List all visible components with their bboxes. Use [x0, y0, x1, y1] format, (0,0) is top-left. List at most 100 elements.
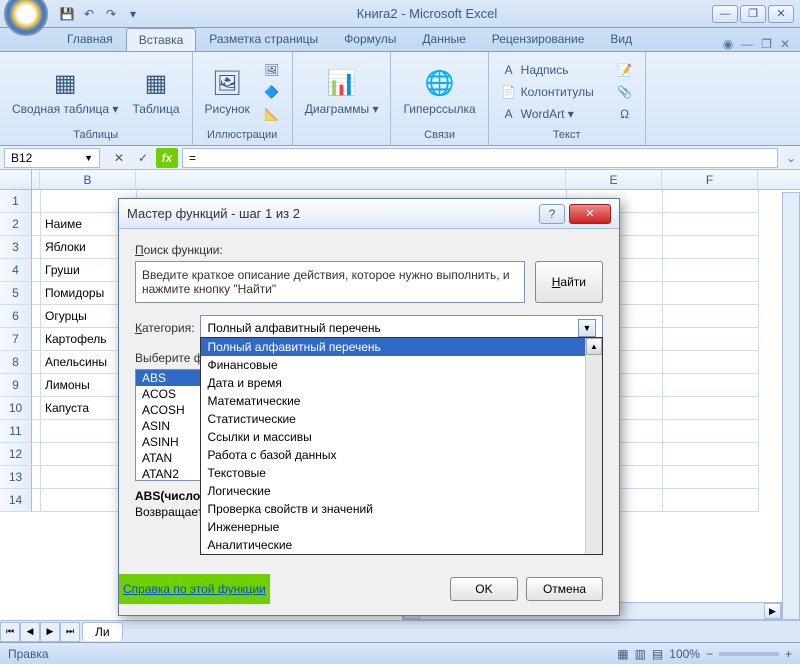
- formula-cancel-button[interactable]: ✕: [108, 148, 130, 168]
- col-header-b[interactable]: B: [40, 170, 136, 189]
- ribbon-minimize-icon[interactable]: —: [741, 37, 753, 51]
- row-header[interactable]: 7: [0, 328, 32, 351]
- category-option[interactable]: Статистические: [201, 410, 585, 428]
- cell[interactable]: [32, 236, 41, 259]
- tab-home[interactable]: Главная: [54, 27, 126, 51]
- object-button[interactable]: 📎: [613, 82, 637, 102]
- cell[interactable]: [32, 443, 41, 466]
- category-option[interactable]: Логические: [201, 482, 585, 500]
- view-normal-icon[interactable]: ▦: [617, 647, 628, 661]
- zoom-out-icon[interactable]: −: [706, 647, 713, 661]
- formula-expand-icon[interactable]: ⌄: [782, 151, 800, 165]
- row-header[interactable]: 11: [0, 420, 32, 443]
- tab-insert[interactable]: Вставка: [126, 28, 197, 51]
- cell[interactable]: [32, 351, 41, 374]
- hyperlink-button[interactable]: 🌐 Гиперссылка: [399, 66, 479, 118]
- close-button[interactable]: ✕: [768, 5, 794, 23]
- charts-button[interactable]: 📊 Диаграммы ▾: [301, 66, 383, 118]
- row-header[interactable]: 1: [0, 190, 32, 213]
- cell[interactable]: [663, 259, 759, 282]
- formula-enter-button[interactable]: ✓: [132, 148, 154, 168]
- cell[interactable]: [32, 397, 41, 420]
- row-header[interactable]: 2: [0, 213, 32, 236]
- search-input[interactable]: Введите краткое описание действия, котор…: [135, 261, 525, 303]
- clipart-button[interactable]: 🖼: [260, 60, 284, 80]
- symbol-button[interactable]: Ω: [613, 104, 637, 124]
- row-header[interactable]: 4: [0, 259, 32, 282]
- shapes-button[interactable]: 🔷: [260, 82, 284, 102]
- sheet-tab[interactable]: Ли: [82, 622, 123, 641]
- minimize-button[interactable]: —: [712, 5, 738, 23]
- cell[interactable]: [663, 443, 759, 466]
- row-header[interactable]: 9: [0, 374, 32, 397]
- zoom-slider[interactable]: [719, 652, 779, 656]
- cell[interactable]: [663, 328, 759, 351]
- category-option[interactable]: Математические: [201, 392, 585, 410]
- zoom-value[interactable]: 100%: [669, 647, 700, 661]
- cell[interactable]: [32, 466, 41, 489]
- cell[interactable]: [663, 397, 759, 420]
- pivot-table-button[interactable]: ▦ Сводная таблица ▾: [8, 66, 122, 118]
- cell[interactable]: [32, 305, 41, 328]
- cell[interactable]: [32, 374, 41, 397]
- category-option[interactable]: Инженерные: [201, 518, 585, 536]
- chevron-down-icon[interactable]: ▼: [578, 319, 596, 337]
- name-box-dropdown-icon[interactable]: ▼: [84, 153, 93, 163]
- maximize-button[interactable]: ❐: [740, 5, 766, 23]
- row-header[interactable]: 8: [0, 351, 32, 374]
- cell[interactable]: [663, 236, 759, 259]
- cell[interactable]: [663, 489, 759, 512]
- cell[interactable]: [663, 282, 759, 305]
- category-option[interactable]: Ссылки и массивы: [201, 428, 585, 446]
- ribbon-restore-icon[interactable]: ❐: [761, 37, 772, 51]
- sheet-nav-first[interactable]: ⏮: [0, 622, 20, 642]
- row-header[interactable]: 6: [0, 305, 32, 328]
- save-icon[interactable]: 💾: [58, 5, 76, 23]
- dialog-titlebar[interactable]: Мастер функций - шаг 1 из 2 ? ✕: [119, 199, 619, 229]
- header-footer-button[interactable]: 📄Колонтитулы: [497, 82, 607, 102]
- category-option[interactable]: Работа с базой данных: [201, 446, 585, 464]
- dialog-close-button[interactable]: ✕: [569, 204, 611, 224]
- col-header-e[interactable]: E: [566, 170, 662, 189]
- ok-button[interactable]: OK: [450, 577, 518, 601]
- signature-button[interactable]: 📝: [613, 60, 637, 80]
- qat-dropdown-icon[interactable]: ▾: [124, 5, 142, 23]
- row-header[interactable]: 10: [0, 397, 32, 420]
- row-header[interactable]: 3: [0, 236, 32, 259]
- sheet-nav-prev[interactable]: ◀: [20, 622, 40, 642]
- insert-function-button[interactable]: fx: [156, 148, 178, 168]
- col-header-a[interactable]: [32, 170, 40, 189]
- table-button[interactable]: ▦ Таблица: [128, 66, 183, 118]
- cell[interactable]: [32, 190, 41, 213]
- cell[interactable]: [32, 328, 41, 351]
- category-option[interactable]: Полный алфавитный перечень: [201, 338, 585, 356]
- formula-input[interactable]: =: [182, 148, 778, 168]
- tab-review[interactable]: Рецензирование: [479, 27, 598, 51]
- tab-data[interactable]: Данные: [409, 27, 478, 51]
- row-header[interactable]: 14: [0, 489, 32, 512]
- cell[interactable]: [32, 259, 41, 282]
- scroll-right-icon[interactable]: ▶: [764, 603, 781, 619]
- textbox-button[interactable]: AНадпись: [497, 60, 607, 80]
- category-option[interactable]: Аналитические: [201, 536, 585, 554]
- cell[interactable]: [32, 420, 41, 443]
- cell[interactable]: [32, 282, 41, 305]
- cell[interactable]: [32, 213, 41, 236]
- dropdown-scrollbar[interactable]: ▲: [585, 338, 602, 554]
- col-header-f[interactable]: F: [662, 170, 758, 189]
- cell[interactable]: [663, 351, 759, 374]
- cell[interactable]: [32, 489, 41, 512]
- ribbon-close-icon[interactable]: ✕: [780, 37, 790, 51]
- sheet-nav-last[interactable]: ⏭: [60, 622, 80, 642]
- view-layout-icon[interactable]: ▥: [635, 647, 646, 661]
- cell[interactable]: [663, 305, 759, 328]
- smartart-button[interactable]: 📐: [260, 104, 284, 124]
- find-button[interactable]: Найти: [535, 261, 603, 303]
- category-option[interactable]: Текстовые: [201, 464, 585, 482]
- view-break-icon[interactable]: ▤: [652, 647, 663, 661]
- cell[interactable]: [663, 466, 759, 489]
- tab-page-layout[interactable]: Разметка страницы: [196, 27, 331, 51]
- wordart-button[interactable]: AWordArt ▾: [497, 104, 607, 124]
- category-option[interactable]: Проверка свойств и значений: [201, 500, 585, 518]
- function-help-link[interactable]: Справка по этой функции: [119, 574, 270, 604]
